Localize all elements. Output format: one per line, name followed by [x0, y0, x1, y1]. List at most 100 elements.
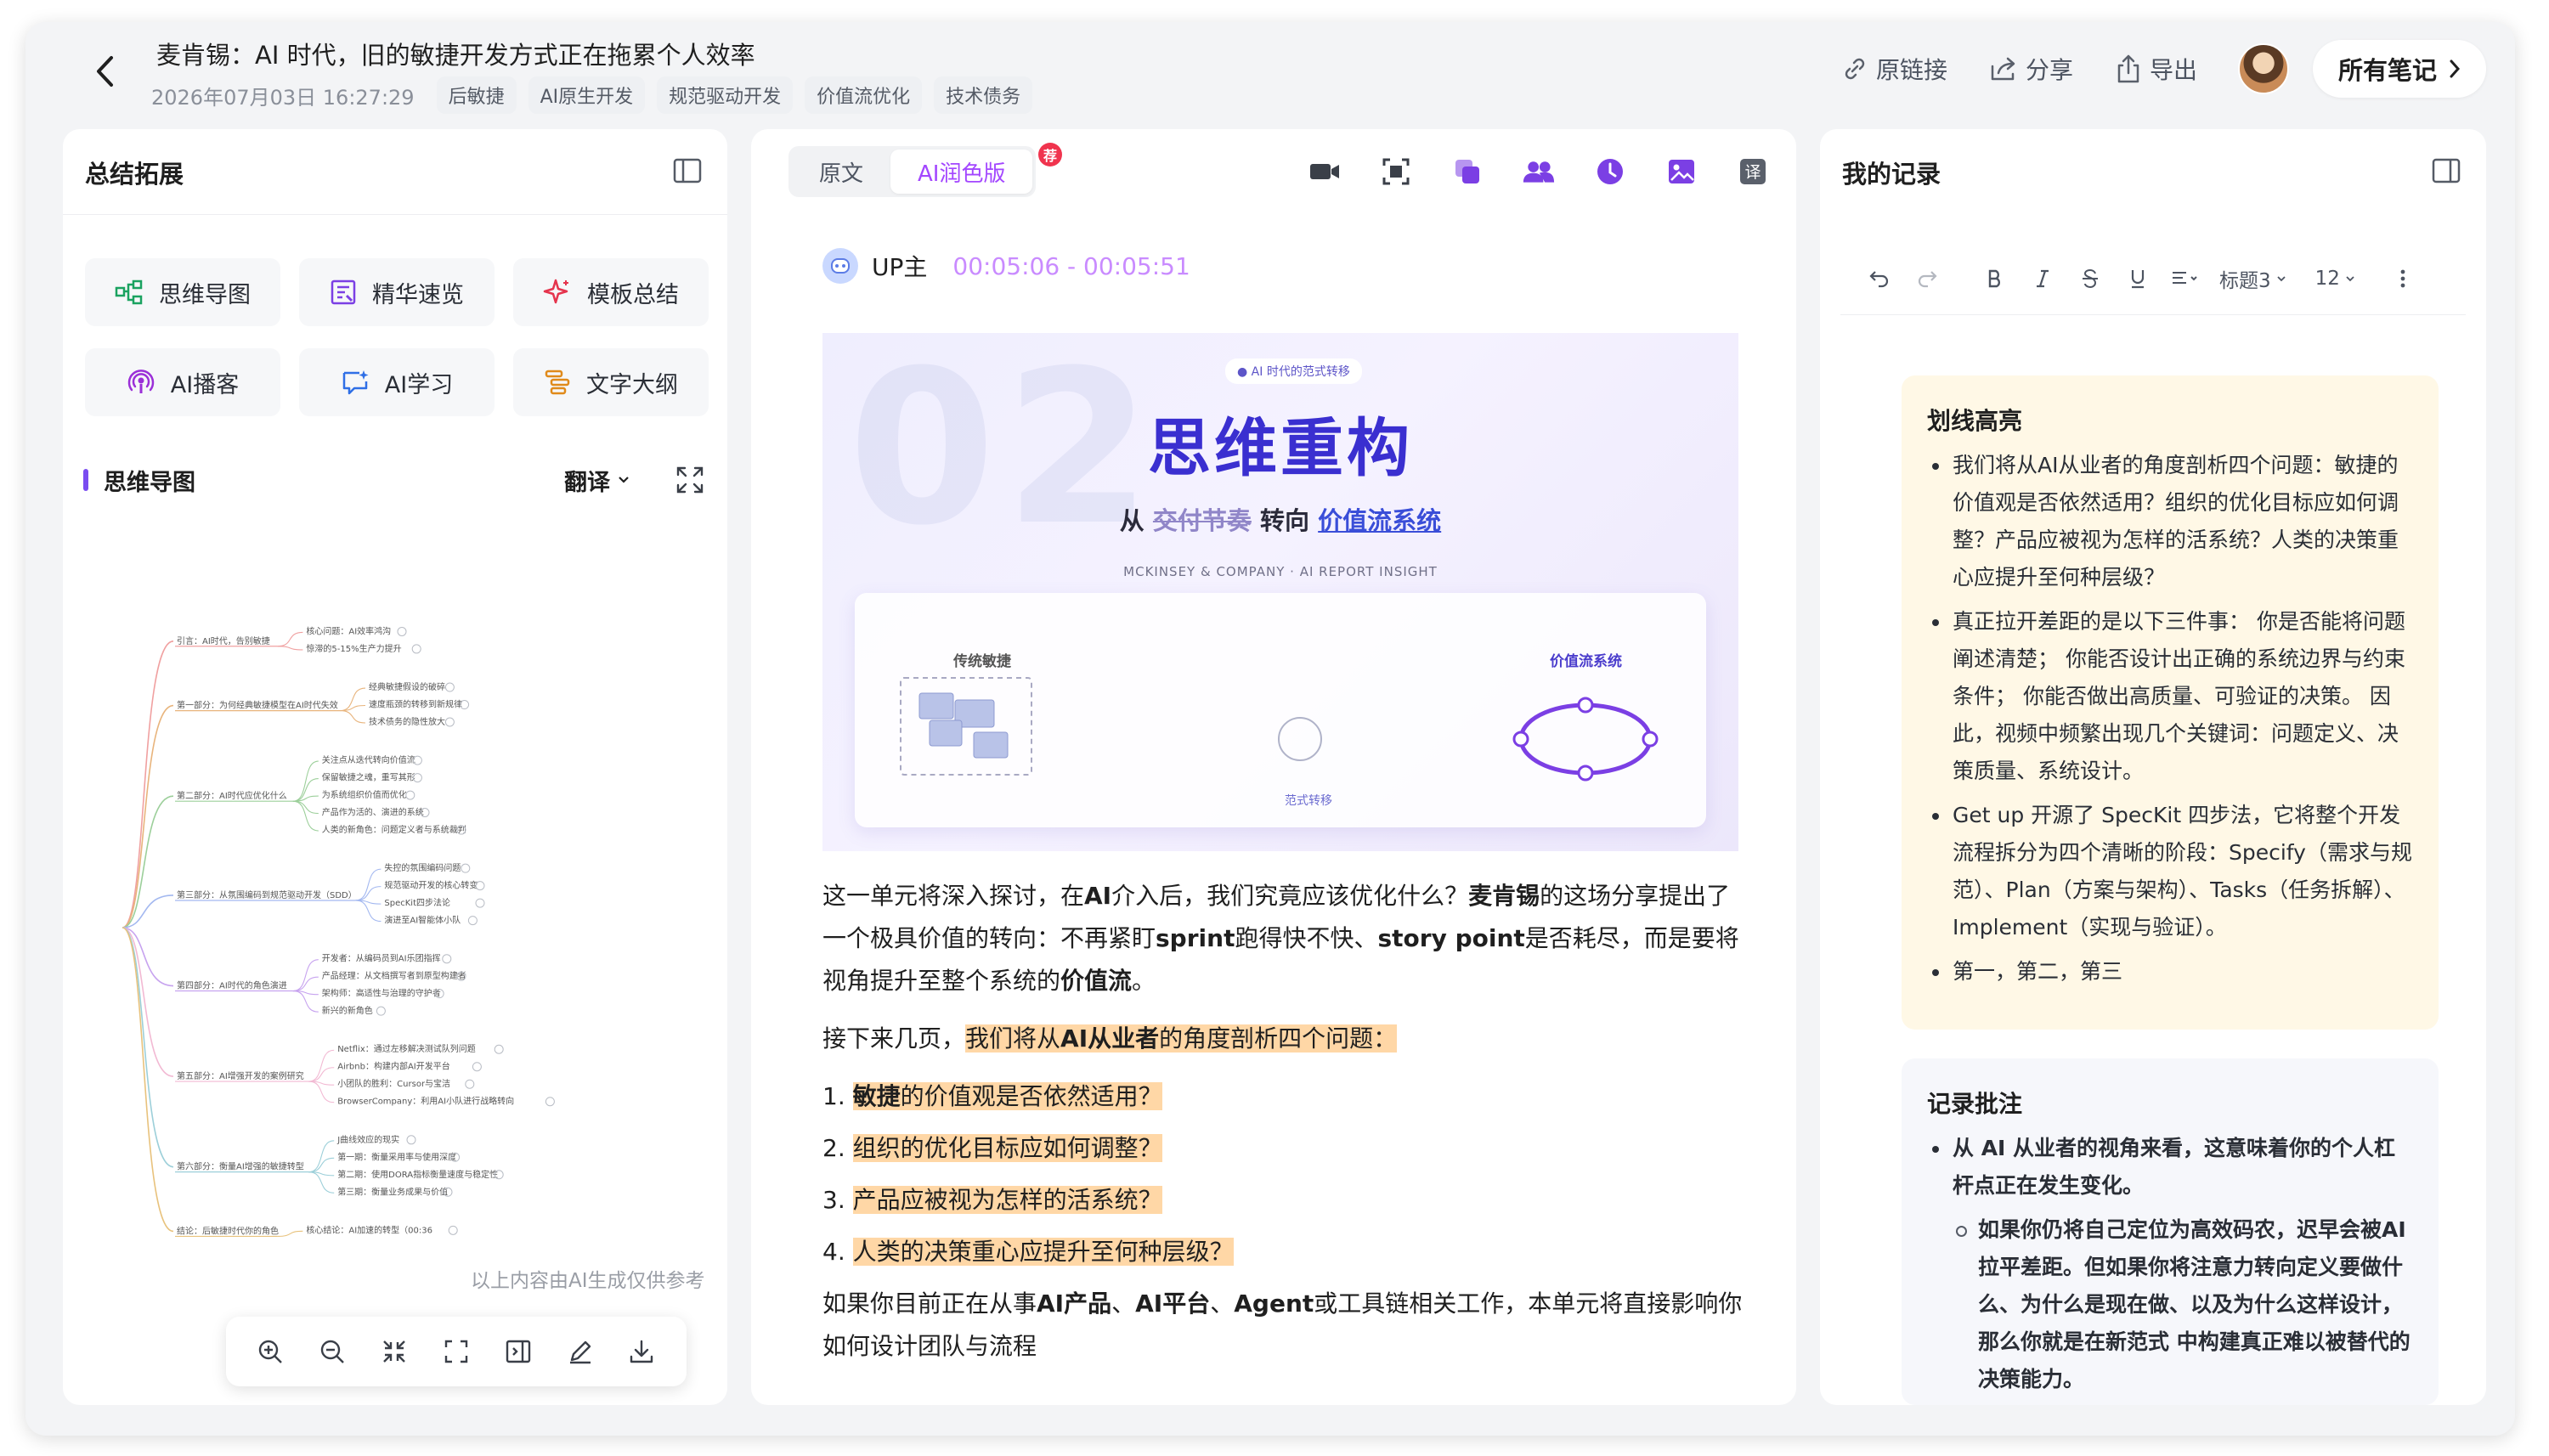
mindmap-branch[interactable]: 结论：后敏捷时代你的角色: [177, 1225, 279, 1236]
mindmap-expand-icon[interactable]: [472, 1062, 482, 1072]
image-button[interactable]: [1665, 156, 1698, 187]
mindmap-branch[interactable]: 第五部分：AI增强开发的案例研究: [177, 1070, 304, 1081]
mindmap-leaf[interactable]: Netflix：通过左移解决测试队列问题: [337, 1043, 476, 1054]
fullscreen-icon[interactable]: [675, 465, 705, 495]
mindmap-leaf[interactable]: 核心结论：AI加速的转型（00:36: [306, 1224, 432, 1235]
mindmap-leaf[interactable]: 经典敏捷假设的破碎: [369, 681, 445, 692]
export-button[interactable]: 导出: [2114, 52, 2197, 86]
mindmap-branch[interactable]: 第一部分：为何经典敏捷模型在AI时代失效: [177, 700, 338, 711]
tag-chip[interactable]: 后敏捷: [436, 76, 517, 114]
mindmap-expand-icon[interactable]: [405, 790, 415, 800]
mindmap-expand-icon[interactable]: [467, 916, 478, 926]
mindmap-leaf[interactable]: 小团队的胜利：Cursor与宝洁: [337, 1078, 450, 1089]
panel-collapse-icon[interactable]: [673, 158, 702, 183]
tag-chip[interactable]: 技术债务: [934, 76, 1033, 114]
annotation-item[interactable]: 从 AI 从业者的视角来看，这意味着你的个人杠杆点正在发生变化。: [1927, 1130, 2413, 1205]
share-button[interactable]: 分享: [1988, 52, 2073, 86]
download-button[interactable]: [626, 1336, 657, 1367]
mindmap-leaf[interactable]: 为系统组织价值而优化: [322, 789, 407, 800]
annotation-sub-item[interactable]: 如果你仍将自己定位为高效码农，迟早会被AI拉平差距。但如果你将注意力转向定义要做…: [1927, 1211, 2413, 1398]
mindmap-leaf[interactable]: SpecKit四步法论: [384, 897, 450, 908]
source-link-button[interactable]: 原链接: [1840, 52, 1947, 86]
mindmap-leaf[interactable]: 第一期：衡量采用率与使用深度: [337, 1151, 456, 1162]
back-button[interactable]: [82, 48, 129, 95]
mindmap-expand-icon[interactable]: [376, 1006, 386, 1016]
template-summary-button[interactable]: 模板总结: [513, 258, 709, 326]
heading-dropdown[interactable]: 标题3: [2219, 264, 2286, 293]
mindmap-expand-icon[interactable]: [406, 1135, 416, 1145]
undo-button[interactable]: [1856, 263, 1903, 294]
highlight-item[interactable]: 第一，第二，第三: [1927, 953, 2413, 990]
font-size-dropdown[interactable]: 12: [2315, 268, 2355, 290]
mindmap-leaf[interactable]: 第二期：使用DORA指标衡量速度与稳定性: [337, 1169, 498, 1180]
tag-chip[interactable]: 价值流优化: [805, 76, 923, 114]
screenshot-button[interactable]: [1380, 156, 1412, 187]
tag-chip[interactable]: AI原生开发: [528, 76, 646, 114]
mindmap-expand-icon[interactable]: [465, 1079, 475, 1089]
speakers-button[interactable]: [1523, 156, 1555, 187]
mindmap-canvas[interactable]: 引言：AI时代，告别敏捷 核心问题：AI效率鸿沟惊滞的5-15%生产力提升第一部分…: [63, 588, 727, 1267]
mindmap-leaf[interactable]: 关注点从迭代转向价值流: [322, 754, 415, 765]
mindmap-expand-icon[interactable]: [411, 644, 421, 654]
underline-button[interactable]: [2114, 263, 2162, 294]
redo-button[interactable]: [1903, 263, 1951, 294]
sidebar-toggle-button[interactable]: [503, 1336, 534, 1367]
translate-dropdown[interactable]: 翻译: [564, 464, 630, 497]
mindmap-leaf[interactable]: 产品经理：从文档撰写者到原型构建者: [322, 970, 466, 981]
text-outline-button[interactable]: 文字大纲: [513, 348, 709, 416]
bold-button[interactable]: [1971, 263, 2019, 294]
zoom-out-button[interactable]: [317, 1336, 348, 1367]
mindmap-branch[interactable]: 第六部分：衡量AI增强的敏捷转型: [177, 1161, 304, 1172]
highlight-item[interactable]: Get up 开源了 SpecKit 四步法，它将整个开发流程拆分为四个清晰的阶…: [1927, 797, 2413, 946]
ai-podcast-button[interactable]: AI播客: [85, 348, 280, 416]
ai-learn-button[interactable]: AI学习: [299, 348, 495, 416]
highlights-tool-button[interactable]: 精华速览: [299, 258, 495, 326]
tab-original[interactable]: 原文: [792, 150, 890, 194]
mindmap-leaf[interactable]: 演进至AI智能体小队: [384, 915, 461, 926]
mindmap-branch[interactable]: 第三部分：从氛围编码到规范驱动开发（SDD）: [177, 889, 357, 900]
more-options-button[interactable]: [2379, 263, 2427, 294]
mindmap-leaf[interactable]: 惊滞的5-15%生产力提升: [306, 643, 401, 654]
timeline-button[interactable]: [1594, 156, 1626, 187]
mindmap-leaf[interactable]: 核心问题：AI效率鸿沟: [306, 625, 391, 636]
mindmap-leaf[interactable]: 第三期：衡量业务成果与价值: [337, 1186, 448, 1197]
highlight-item[interactable]: 真正拉开差距的是以下三件事： 你是否能将问题阐述清楚； 你能否设计出正确的系统边…: [1927, 603, 2413, 790]
translate-button[interactable]: 译: [1737, 156, 1769, 187]
all-notes-button[interactable]: 所有笔记: [2312, 40, 2486, 98]
mindmap-branch[interactable]: 引言：AI时代，告别敏捷: [177, 635, 270, 646]
mindmap-leaf[interactable]: BrowserCompany：利用AI小队进行战略转向: [337, 1096, 514, 1107]
mindmap-leaf[interactable]: 技术债务的隐性放大: [369, 716, 445, 727]
mindmap-expand-icon[interactable]: [442, 954, 452, 964]
mindmap-expand-icon[interactable]: [461, 863, 471, 873]
mindmap-leaf[interactable]: 规范驱动开发的核心转变: [384, 880, 478, 891]
zoom-in-button[interactable]: [255, 1336, 285, 1367]
mindmap-leaf[interactable]: 保留敏捷之魂，重写其形: [322, 772, 415, 783]
mindmap-leaf[interactable]: 产品作为活的、演进的系统: [322, 807, 424, 818]
mindmap-leaf[interactable]: 速度瓶颈的转移到新规律: [369, 699, 462, 710]
mindmap-leaf[interactable]: Airbnb：构建内部AI开发平台: [337, 1061, 450, 1072]
tab-ai-polished[interactable]: AI润色版: [890, 150, 1033, 194]
mindmap-leaf[interactable]: 失控的氛围编码问题: [384, 862, 461, 873]
mindmap-expand-icon[interactable]: [545, 1097, 555, 1107]
mindmap-expand-icon[interactable]: [494, 1044, 504, 1054]
mindmap-expand-icon[interactable]: [475, 898, 485, 908]
mindmap-expand-icon[interactable]: [448, 1225, 458, 1235]
align-dropdown[interactable]: [2162, 263, 2209, 294]
edit-button[interactable]: [565, 1336, 596, 1367]
avatar[interactable]: [2237, 43, 2289, 94]
mindmap-expand-icon[interactable]: [444, 717, 455, 727]
highlight-span[interactable]: 我们将从AI从业者的角度剖析四个问题：: [965, 1024, 1398, 1052]
highlight-item[interactable]: 我们将从AI从业者的角度剖析四个问题：敏捷的价值观是否依然适用？组织的优化目标应…: [1927, 447, 2413, 596]
mindmap-expand-icon[interactable]: [444, 682, 455, 692]
mindmap-leaf[interactable]: 开发者：从编码员到AI乐团指挥: [322, 953, 441, 964]
mindmap-branch[interactable]: 第二部分：AI时代应优化什么: [177, 790, 287, 801]
video-button[interactable]: [1308, 156, 1341, 187]
mindmap-branch[interactable]: 第四部分：AI时代的角色演进: [177, 980, 287, 991]
strikethrough-button[interactable]: [2066, 263, 2114, 294]
mindmap-expand-icon[interactable]: [397, 626, 407, 636]
tag-chip[interactable]: 规范驱动开发: [657, 76, 794, 114]
time-range[interactable]: 00:05:06 - 00:05:51: [952, 252, 1190, 280]
copy-button[interactable]: [1451, 156, 1484, 187]
fit-screen-button[interactable]: [441, 1336, 472, 1367]
mindmap-tool-button[interactable]: 思维导图: [85, 258, 280, 326]
